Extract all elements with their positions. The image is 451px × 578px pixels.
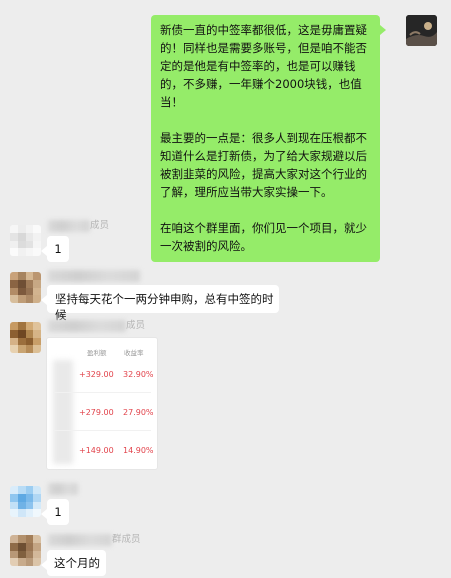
message-text: 1 [54,242,62,256]
sender-name-blurred [48,320,126,332]
profit-value: +329.00 [79,370,114,379]
avatar-image [406,15,437,46]
profit-value: +279.00 [79,408,114,417]
profit-value: +149.00 [79,446,114,455]
header-profit: 盈利额 [87,349,107,357]
sender-avatar[interactable] [10,486,41,517]
message-paragraph-3: 在咱这个群里面，你们见一个项目，就少一次被割的风险。 [160,221,367,253]
rate-value: 27.90% [123,408,154,417]
sender-avatar[interactable] [10,322,41,353]
rate-value: 32.90% [123,370,154,379]
message-text: 这个月的 [54,556,100,570]
incoming-message-bubble[interactable]: 1 [41,499,69,525]
message-paragraph-1: 新债一直的中签率都很低，这是毋庸置疑的！同样也是需要多账号，但是咱不能否定的是他… [160,23,367,109]
self-avatar[interactable] [406,15,437,46]
sender-role: 群成员 [112,534,141,545]
avatar-mosaic [10,322,41,353]
header-rate: 收益率 [124,349,144,357]
incoming-message-bubble[interactable]: 这个月的 [41,550,106,576]
message-text: 1 [54,505,62,519]
incoming-message-bubble[interactable]: 1 [41,236,69,262]
avatar-mosaic [10,272,41,303]
sender-avatar[interactable] [10,225,41,256]
outgoing-message-bubble[interactable]: 新债一直的中签率都很低，这是毋庸置疑的！同样也是需要多账号，但是咱不能否定的是他… [151,15,386,262]
sender-name-blurred [48,534,112,546]
avatar-mosaic [10,535,41,566]
message-text: 坚持每天花个一两分钟申购，总有中签的时候 [55,292,274,322]
profit-screenshot-card[interactable]: 盈利额 收益率 +329.00 32.90% +279.00 27.90% +1… [46,337,158,470]
row-divider [53,392,151,393]
sender-avatar[interactable] [10,272,41,303]
blurred-column [53,360,73,464]
row-divider [53,430,151,431]
sender-name-blurred [48,483,78,495]
avatar-mosaic [10,486,41,517]
sender-role: 成员 [126,320,146,331]
sender-role: 成员 [90,220,110,231]
sender-name-blurred [48,270,140,282]
message-paragraph-2: 最主要的一点是：很多人到现在压根都不知道什么是打新债，为了给大家规避以后被割韭菜… [160,131,367,199]
sender-name-blurred [48,220,90,232]
sender-avatar[interactable] [10,535,41,566]
avatar-mosaic [10,225,41,256]
rate-value: 14.90% [123,446,154,455]
incoming-message-bubble[interactable]: 坚持每天花个一两分钟申购，总有中签的时候 [41,285,279,322]
